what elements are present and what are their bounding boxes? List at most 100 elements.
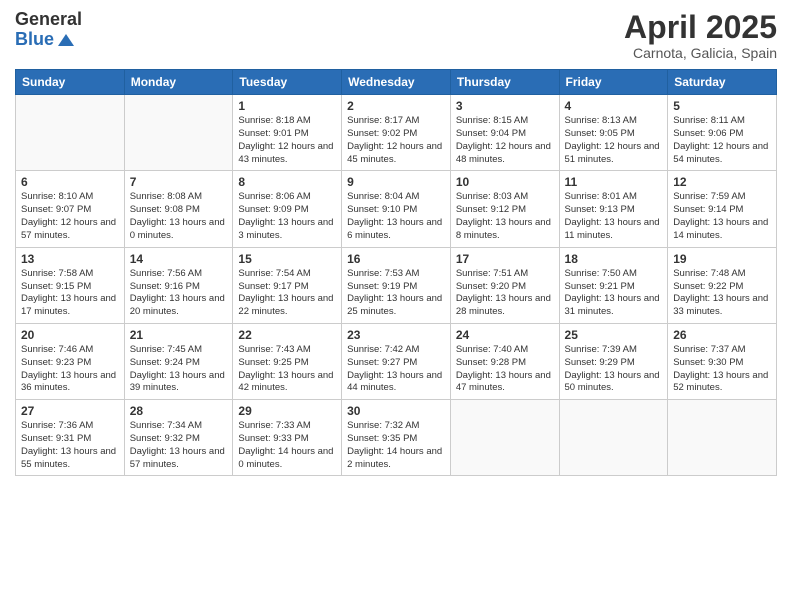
day-info: Sunrise: 7:56 AM Sunset: 9:16 PM Dayligh… [130, 268, 228, 319]
calendar-cell: 9 Sunrise: 8:04 AM Sunset: 9:10 PM Daylig… [342, 171, 451, 247]
calendar-cell: 7 Sunrise: 8:08 AM Sunset: 9:08 PM Daylig… [124, 171, 233, 247]
day-info: Sunrise: 7:50 AM Sunset: 9:21 PM Dayligh… [565, 268, 663, 319]
day-number: 12 [673, 175, 771, 189]
calendar-cell: 4 Sunrise: 8:13 AM Sunset: 9:05 PM Daylig… [559, 95, 668, 171]
calendar-cell: 10 Sunrise: 8:03 AM Sunset: 9:12 PM Dayli… [450, 171, 559, 247]
calendar-cell: 16 Sunrise: 7:53 AM Sunset: 9:19 PM Dayli… [342, 247, 451, 323]
calendar-cell: 18 Sunrise: 7:50 AM Sunset: 9:21 PM Dayli… [559, 247, 668, 323]
day-info: Sunrise: 7:40 AM Sunset: 9:28 PM Dayligh… [456, 344, 554, 395]
day-of-week-header: Monday [124, 70, 233, 95]
day-info: Sunrise: 7:33 AM Sunset: 9:33 PM Dayligh… [238, 420, 336, 471]
calendar-cell: 20Sunrise: 7:46 AM Sunset: 9:23 PM Dayli… [16, 323, 125, 399]
day-info: Sunrise: 7:58 AM Sunset: 9:15 PM Dayligh… [21, 268, 119, 319]
day-info: Sunrise: 7:43 AM Sunset: 9:25 PM Dayligh… [238, 344, 336, 395]
calendar-cell: 2Sunrise: 8:17 AM Sunset: 9:02 PM Daylig… [342, 95, 451, 171]
day-number: 1 [238, 99, 336, 113]
day-info: Sunrise: 8:04 AM Sunset: 9:10 PM Dayligh… [347, 191, 445, 242]
day-info: Sunrise: 8:15 AM Sunset: 9:04 PM Dayligh… [456, 115, 554, 166]
day-info: Sunrise: 8:11 AM Sunset: 9:06 PM Dayligh… [673, 115, 771, 166]
day-info: Sunrise: 7:53 AM Sunset: 9:19 PM Dayligh… [347, 268, 445, 319]
logo: General Blue [15, 10, 82, 50]
calendar-cell: 27 Sunrise: 7:36 AM Sunset: 9:31 PM Dayli… [16, 400, 125, 476]
day-of-week-header: Sunday [16, 70, 125, 95]
calendar-cell: 8Sunrise: 8:06 AM Sunset: 9:09 PM Daylig… [233, 171, 342, 247]
day-of-week-header: Wednesday [342, 70, 451, 95]
week-row: 20Sunrise: 7:46 AM Sunset: 9:23 PM Dayli… [16, 323, 777, 399]
main-title: April 2025 [624, 10, 777, 45]
day-number: 6 [21, 175, 119, 189]
day-number: 13 [21, 252, 119, 266]
calendar-cell: 11 Sunrise: 8:01 AM Sunset: 9:13 PM Dayli… [559, 171, 668, 247]
day-info: Sunrise: 8:03 AM Sunset: 9:12 PM Dayligh… [456, 191, 554, 242]
day-info: Sunrise: 7:51 AM Sunset: 9:20 PM Dayligh… [456, 268, 554, 319]
day-number: 10 [456, 175, 554, 189]
day-number: 26 [673, 328, 771, 342]
day-number: 5 [673, 99, 771, 113]
day-info: Sunrise: 8:18 AM Sunset: 9:01 PM Dayligh… [238, 115, 336, 166]
calendar-cell: 3Sunrise: 8:15 AM Sunset: 9:04 PM Daylig… [450, 95, 559, 171]
logo-blue: Blue [15, 30, 54, 50]
day-number: 21 [130, 328, 228, 342]
calendar-cell: 30Sunrise: 7:32 AM Sunset: 9:35 PM Dayli… [342, 400, 451, 476]
day-info: Sunrise: 8:10 AM Sunset: 9:07 PM Dayligh… [21, 191, 119, 242]
calendar-cell [450, 400, 559, 476]
day-number: 14 [130, 252, 228, 266]
day-info: Sunrise: 7:34 AM Sunset: 9:32 PM Dayligh… [130, 420, 228, 471]
logo-general: General [15, 10, 82, 30]
day-number: 23 [347, 328, 445, 342]
day-number: 24 [456, 328, 554, 342]
day-info: Sunrise: 7:37 AM Sunset: 9:30 PM Dayligh… [673, 344, 771, 395]
calendar-cell [668, 400, 777, 476]
calendar-cell: 17 Sunrise: 7:51 AM Sunset: 9:20 PM Dayli… [450, 247, 559, 323]
day-info: Sunrise: 8:13 AM Sunset: 9:05 PM Dayligh… [565, 115, 663, 166]
calendar-cell [124, 95, 233, 171]
day-of-week-header: Tuesday [233, 70, 342, 95]
calendar-cell: 5 Sunrise: 8:11 AM Sunset: 9:06 PM Daylig… [668, 95, 777, 171]
day-number: 19 [673, 252, 771, 266]
calendar-cell: 13 Sunrise: 7:58 AM Sunset: 9:15 PM Dayli… [16, 247, 125, 323]
day-info: Sunrise: 7:42 AM Sunset: 9:27 PM Dayligh… [347, 344, 445, 395]
header: General Blue April 2025 Carnota, Galicia… [15, 10, 777, 61]
calendar-cell: 14 Sunrise: 7:56 AM Sunset: 9:16 PM Dayli… [124, 247, 233, 323]
calendar-cell: 28Sunrise: 7:34 AM Sunset: 9:32 PM Dayli… [124, 400, 233, 476]
calendar-cell: 22Sunrise: 7:43 AM Sunset: 9:25 PM Dayli… [233, 323, 342, 399]
calendar-cell: 15Sunrise: 7:54 AM Sunset: 9:17 PM Dayli… [233, 247, 342, 323]
calendar-cell: 29 Sunrise: 7:33 AM Sunset: 9:33 PM Dayli… [233, 400, 342, 476]
day-number: 9 [347, 175, 445, 189]
day-number: 30 [347, 404, 445, 418]
logo-text: General Blue [15, 10, 82, 50]
calendar-cell: 26 Sunrise: 7:37 AM Sunset: 9:30 PM Dayli… [668, 323, 777, 399]
day-info: Sunrise: 7:48 AM Sunset: 9:22 PM Dayligh… [673, 268, 771, 319]
calendar-cell: 12 Sunrise: 7:59 AM Sunset: 9:14 PM Dayli… [668, 171, 777, 247]
calendar-cell [559, 400, 668, 476]
week-row: 1 Sunrise: 8:18 AM Sunset: 9:01 PM Daylig… [16, 95, 777, 171]
calendar-cell [16, 95, 125, 171]
day-number: 11 [565, 175, 663, 189]
week-row: 6 Sunrise: 8:10 AM Sunset: 9:07 PM Daylig… [16, 171, 777, 247]
day-info: Sunrise: 8:01 AM Sunset: 9:13 PM Dayligh… [565, 191, 663, 242]
day-number: 16 [347, 252, 445, 266]
day-number: 4 [565, 99, 663, 113]
day-number: 27 [21, 404, 119, 418]
day-number: 25 [565, 328, 663, 342]
day-info: Sunrise: 7:59 AM Sunset: 9:14 PM Dayligh… [673, 191, 771, 242]
calendar-cell: 25Sunrise: 7:39 AM Sunset: 9:29 PM Dayli… [559, 323, 668, 399]
day-info: Sunrise: 7:45 AM Sunset: 9:24 PM Dayligh… [130, 344, 228, 395]
day-number: 15 [238, 252, 336, 266]
calendar-cell: 1 Sunrise: 8:18 AM Sunset: 9:01 PM Daylig… [233, 95, 342, 171]
day-info: Sunrise: 7:36 AM Sunset: 9:31 PM Dayligh… [21, 420, 119, 471]
day-number: 29 [238, 404, 336, 418]
day-info: Sunrise: 8:06 AM Sunset: 9:09 PM Dayligh… [238, 191, 336, 242]
calendar-table: SundayMondayTuesdayWednesdayThursdayFrid… [15, 69, 777, 476]
day-number: 7 [130, 175, 228, 189]
subtitle: Carnota, Galicia, Spain [624, 45, 777, 61]
page: General Blue April 2025 Carnota, Galicia… [0, 0, 792, 612]
day-number: 17 [456, 252, 554, 266]
day-of-week-header: Thursday [450, 70, 559, 95]
calendar-cell: 6 Sunrise: 8:10 AM Sunset: 9:07 PM Daylig… [16, 171, 125, 247]
day-info: Sunrise: 7:46 AM Sunset: 9:23 PM Dayligh… [21, 344, 119, 395]
day-info: Sunrise: 8:08 AM Sunset: 9:08 PM Dayligh… [130, 191, 228, 242]
day-info: Sunrise: 8:17 AM Sunset: 9:02 PM Dayligh… [347, 115, 445, 166]
day-number: 18 [565, 252, 663, 266]
calendar-header-row: SundayMondayTuesdayWednesdayThursdayFrid… [16, 70, 777, 95]
